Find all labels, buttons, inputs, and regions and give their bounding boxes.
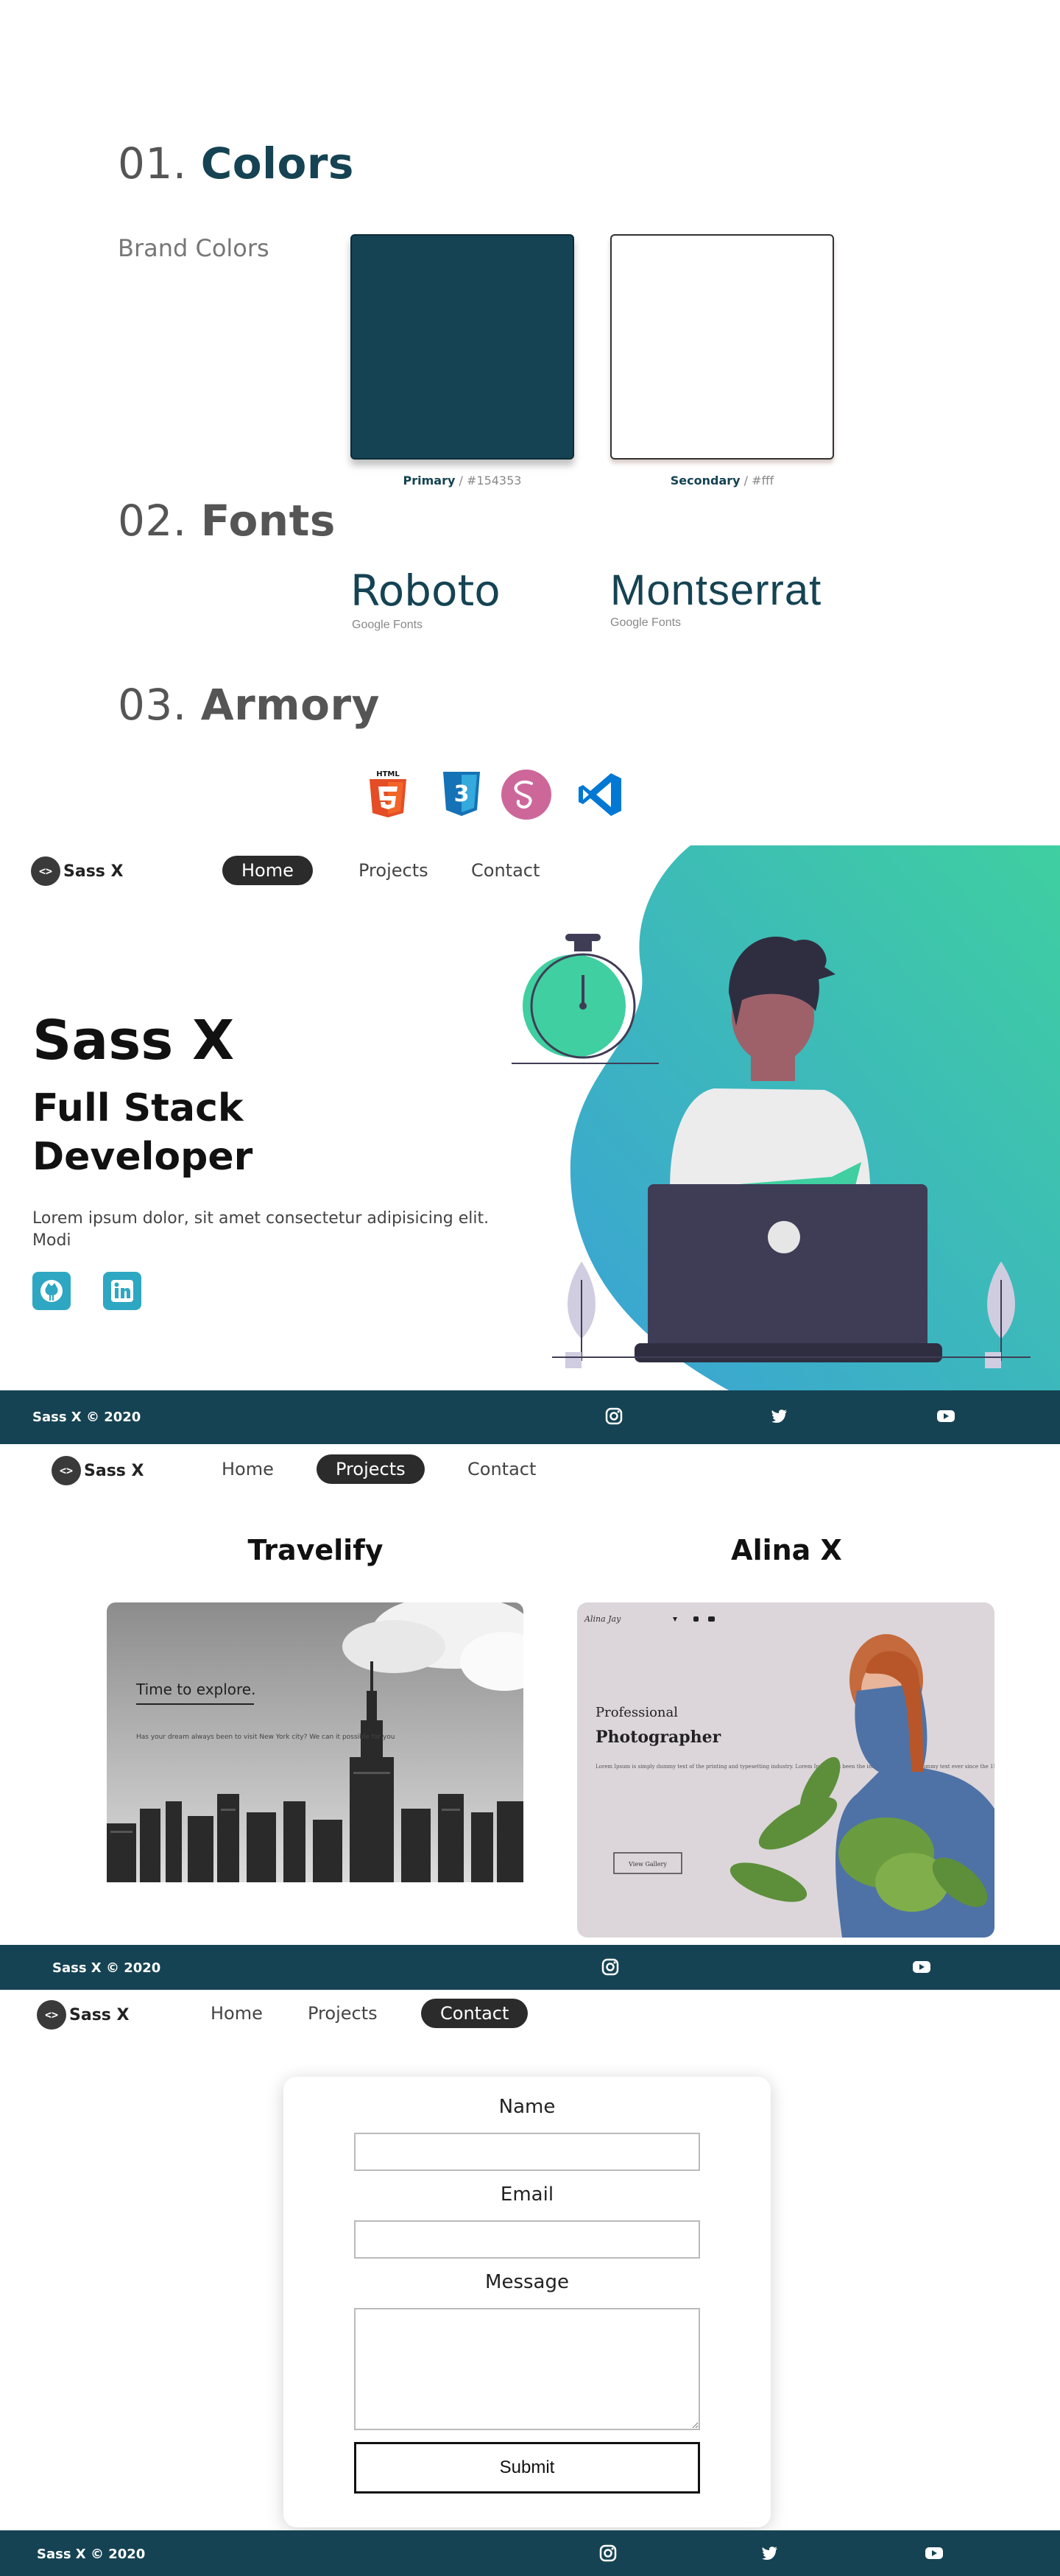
alina-preview-heading-2: Photographer bbox=[596, 1728, 721, 1747]
logo-text: Sass X bbox=[63, 862, 124, 881]
armory-heading: 03. Armory bbox=[118, 680, 380, 730]
alina-preview-logo: Alina Jay bbox=[584, 1614, 621, 1624]
submit-button[interactable]: Submit bbox=[354, 2442, 700, 2494]
armory-heading-number: 03. bbox=[118, 680, 187, 730]
nav-contact[interactable]: Contact bbox=[421, 1999, 529, 2028]
logo-code-icon: <> bbox=[37, 2000, 66, 2030]
font-source-roboto: Google Fonts bbox=[352, 619, 423, 631]
laptop-illustration bbox=[635, 1184, 942, 1362]
font-sample-roboto: Roboto bbox=[350, 566, 501, 616]
linkedin-button[interactable] bbox=[103, 1272, 141, 1310]
nav-home[interactable]: Home bbox=[222, 856, 313, 885]
footer-copyright: Sass X © 2020 bbox=[32, 1410, 141, 1425]
github-button[interactable] bbox=[32, 1272, 71, 1310]
hero-subtitle: Full Stack Developer bbox=[32, 1086, 253, 1179]
email-input[interactable] bbox=[354, 2220, 700, 2259]
brand-colors-label: Brand Colors bbox=[118, 234, 269, 262]
project-card-alina[interactable]: Alina Jay Professional Photographer Lore… bbox=[577, 1602, 994, 1938]
nav-projects[interactable]: Projects bbox=[289, 1999, 397, 2028]
project-card-travelify[interactable]: Time to explore. Has your dream always b… bbox=[107, 1602, 523, 1882]
instagram-icon[interactable] bbox=[601, 1957, 620, 1977]
logo-code-icon: <> bbox=[52, 1456, 81, 1485]
svg-text:3: 3 bbox=[454, 781, 470, 807]
hero-description: Lorem ipsum dolor, sit amet consectetur … bbox=[32, 1209, 490, 1250]
nav-projects[interactable]: Projects bbox=[339, 856, 448, 885]
primary-color-caption: Primary / #154353 bbox=[403, 474, 522, 488]
contact-form: Name Email Message Submit bbox=[283, 2077, 771, 2527]
secondary-color-swatch bbox=[610, 234, 834, 460]
alina-preview-image: Alina Jay Professional Photographer Lore… bbox=[577, 1602, 994, 1938]
logo[interactable]: <> Sass X bbox=[31, 856, 124, 886]
logo-text: Sass X bbox=[69, 2005, 130, 2024]
logo-text: Sass X bbox=[84, 1461, 144, 1480]
nav-projects[interactable]: Projects bbox=[317, 1454, 425, 1484]
font-source-montserrat: Google Fonts bbox=[610, 616, 682, 629]
sass-icon bbox=[501, 770, 551, 820]
alina-preview-heading-1: Professional bbox=[596, 1705, 678, 1720]
twitter-icon[interactable] bbox=[760, 2544, 779, 2563]
travelify-preview-image: Time to explore. Has your dream always b… bbox=[107, 1602, 523, 1882]
project-title-travelify: Travelify bbox=[247, 1534, 384, 1566]
youtube-icon[interactable] bbox=[912, 1957, 931, 1977]
hero-illustration bbox=[512, 845, 1060, 1390]
instagram-icon[interactable] bbox=[604, 1407, 623, 1426]
linkedin-icon bbox=[111, 1280, 133, 1302]
armory-heading-name: Armory bbox=[200, 680, 380, 730]
project-title-alina: Alina X bbox=[731, 1534, 842, 1566]
primary-color-swatch bbox=[350, 234, 574, 460]
colors-heading: 01. Colors bbox=[118, 138, 354, 189]
fonts-heading-number: 02. bbox=[118, 496, 187, 546]
logo-code-icon: <> bbox=[31, 856, 60, 886]
colors-heading-name: Colors bbox=[200, 138, 354, 189]
logo[interactable]: <> Sass X bbox=[52, 1456, 144, 1485]
nav-home[interactable]: Home bbox=[202, 1454, 293, 1484]
message-label: Message bbox=[485, 2271, 569, 2293]
name-input[interactable] bbox=[354, 2133, 700, 2171]
email-label: Email bbox=[500, 2183, 554, 2206]
nav-contact[interactable]: Contact bbox=[448, 1454, 555, 1484]
footer-contact: Sass X © 2020 bbox=[0, 2530, 1060, 2576]
vscode-icon bbox=[579, 773, 621, 816]
fonts-heading: 02. Fonts bbox=[118, 496, 336, 546]
logo[interactable]: <> Sass X bbox=[37, 2000, 130, 2030]
html5-label: HTML bbox=[376, 770, 400, 778]
html5-icon: HTML bbox=[370, 770, 406, 817]
hero-title: Sass X bbox=[32, 1009, 235, 1072]
message-textarea[interactable] bbox=[354, 2308, 700, 2430]
secondary-color-caption: Secondary / #fff bbox=[670, 474, 774, 488]
youtube-icon[interactable] bbox=[936, 1407, 955, 1426]
nav-home[interactable]: Home bbox=[191, 1999, 282, 2028]
footer-projects: Sass X © 2020 bbox=[0, 1945, 1060, 1990]
footer-home: Sass X © 2020 bbox=[0, 1390, 1060, 1444]
twitter-icon[interactable] bbox=[769, 1407, 788, 1426]
alina-preview-text: Lorem Ipsum is simply dummy text of the … bbox=[596, 1764, 994, 1770]
colors-heading-number: 01. bbox=[118, 138, 187, 189]
alina-preview-button: View Gallery bbox=[628, 1861, 667, 1868]
instagram-icon[interactable] bbox=[598, 2544, 618, 2563]
footer-copyright: Sass X © 2020 bbox=[52, 1960, 161, 1976]
travelify-preview-text: Has your dream always been to visit New … bbox=[136, 1734, 395, 1741]
travelify-preview-heading: Time to explore. bbox=[135, 1681, 255, 1698]
fonts-heading-name: Fonts bbox=[200, 496, 336, 546]
footer-copyright: Sass X © 2020 bbox=[37, 2547, 146, 2562]
css3-icon: 3 bbox=[443, 772, 480, 816]
font-sample-montserrat: Montserrat bbox=[610, 566, 822, 614]
name-label: Name bbox=[498, 2096, 556, 2118]
youtube-icon[interactable] bbox=[925, 2544, 944, 2563]
plant-left-illustration bbox=[565, 1261, 596, 1368]
github-icon bbox=[40, 1280, 63, 1302]
